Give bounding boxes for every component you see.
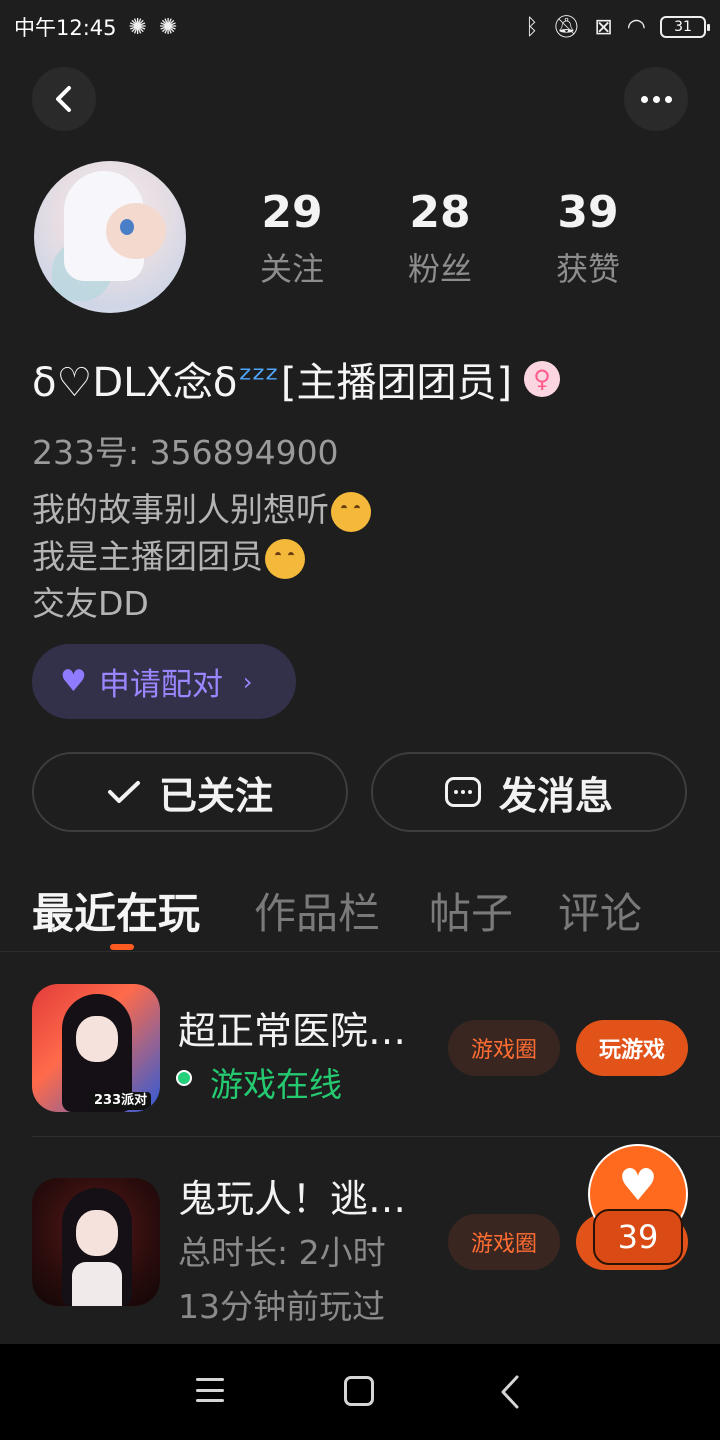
shushing-face-icon xyxy=(331,491,371,532)
message-bubble-icon xyxy=(444,777,481,807)
recent-apps-icon[interactable] xyxy=(196,1378,224,1402)
bio-line-1: 我的故事别人别想听 xyxy=(32,490,329,529)
game-circle-button[interactable]: 游戏圈 xyxy=(448,1214,560,1270)
stat-fans-count: 28 xyxy=(409,187,471,238)
tab-posts[interactable]: 帖子 xyxy=(429,880,513,941)
stat-following-label: 关注 xyxy=(259,250,324,288)
play-game-button[interactable]: 玩游戏 xyxy=(576,1020,688,1076)
smirk-face-icon xyxy=(265,538,305,579)
followed-button[interactable]: 已关注 xyxy=(32,752,348,832)
status-time: 中午12:45 xyxy=(14,16,117,40)
stat-likes-count: 39 xyxy=(557,187,619,238)
game-title[interactable]: 超正常医院… xyxy=(178,1000,406,1055)
app-notification-icon-2: ✺ xyxy=(158,14,178,40)
stat-fans-label: 粉丝 xyxy=(407,250,472,288)
sim-off-icon: ⊠ xyxy=(594,14,613,40)
stat-fans[interactable]: 28 粉丝 xyxy=(380,186,500,290)
back-button[interactable] xyxy=(32,67,96,131)
active-tab-indicator xyxy=(110,944,134,950)
like-count-badge: 39 xyxy=(593,1209,683,1265)
bluetooth-icon: ᛒ xyxy=(525,14,539,40)
mute-bell-icon: 🔕︎ xyxy=(552,14,581,40)
game-circle-button[interactable]: 游戏圈 xyxy=(448,1020,560,1076)
back-nav-icon[interactable] xyxy=(500,1374,520,1410)
heart-icon: ♥ xyxy=(618,1159,658,1211)
tab-comments[interactable]: 评论 xyxy=(558,880,642,941)
stat-following-count: 29 xyxy=(261,187,323,238)
game-icon-ghost[interactable] xyxy=(32,1178,160,1306)
send-message-label: 发消息 xyxy=(498,773,613,818)
game-title[interactable]: 鬼玩人！逃… xyxy=(178,1168,406,1223)
game-last-played: 13分钟前玩过 xyxy=(178,1287,385,1326)
user-id: 233号: 356894900 xyxy=(32,433,339,472)
nickname-text: δ♡DLX念δ xyxy=(32,360,238,406)
avatar[interactable] xyxy=(34,161,186,313)
system-nav-bar xyxy=(0,1344,720,1440)
status-left: 中午12:45 ✺ ✺ xyxy=(14,12,177,42)
nickname: δ♡DLX念δ ᶻᶻᶻ [主播团团员] ♀ xyxy=(32,350,561,408)
nickname-title: [主播团团员] xyxy=(280,360,513,406)
bio: 我的故事别人别想听 我是主播团团员 交友DD xyxy=(32,486,371,627)
purple-heart-icon: ♥ xyxy=(60,664,87,699)
request-pair-label: 申请配对 xyxy=(98,667,223,703)
chevron-right-icon: › xyxy=(242,667,253,696)
game-online-status: 游戏在线 xyxy=(210,1065,342,1104)
followed-label: 已关注 xyxy=(158,773,273,818)
online-status-dot xyxy=(176,1070,192,1086)
stat-likes[interactable]: 39 获赞 xyxy=(528,186,648,290)
row-divider xyxy=(32,1136,720,1137)
bio-line-3: 交友DD xyxy=(32,584,149,623)
checkmark-icon xyxy=(107,781,140,803)
home-icon[interactable] xyxy=(344,1376,374,1406)
more-options-button[interactable] xyxy=(624,67,688,131)
tab-works[interactable]: 作品栏 xyxy=(254,880,380,941)
chevron-left-icon xyxy=(56,86,71,112)
tab-recently-played[interactable]: 最近在玩 xyxy=(32,880,200,941)
status-bar: 中午12:45 ✺ ✺ ᛒ 🔕︎ ⊠ ◠ 31 xyxy=(0,0,720,54)
game-total-duration: 总时长: 2小时 xyxy=(178,1233,386,1272)
more-dots-icon xyxy=(640,95,672,103)
battery-level: 31 xyxy=(674,19,692,35)
sleep-zzz-icon: ᶻᶻᶻ xyxy=(239,358,279,400)
bio-line-2: 我是主播团团员 xyxy=(32,537,263,576)
app-notification-icon: ✺ xyxy=(128,14,147,40)
female-gender-icon: ♀ xyxy=(524,361,561,397)
stat-following[interactable]: 29 关注 xyxy=(232,186,352,290)
wifi-icon: ◠ xyxy=(626,14,646,40)
tabs-divider xyxy=(0,951,720,952)
send-message-button[interactable]: 发消息 xyxy=(371,752,687,832)
game-icon-tag: 233派对 xyxy=(90,1092,152,1110)
request-pair-button[interactable]: ♥ 申请配对 › xyxy=(32,644,296,719)
status-right: ᛒ 🔕︎ ⊠ ◠ 31 xyxy=(525,14,710,40)
battery-icon: 31 xyxy=(660,16,710,38)
game-icon-hospital[interactable]: 233派对 xyxy=(32,984,160,1112)
stat-likes-label: 获赞 xyxy=(555,250,620,288)
